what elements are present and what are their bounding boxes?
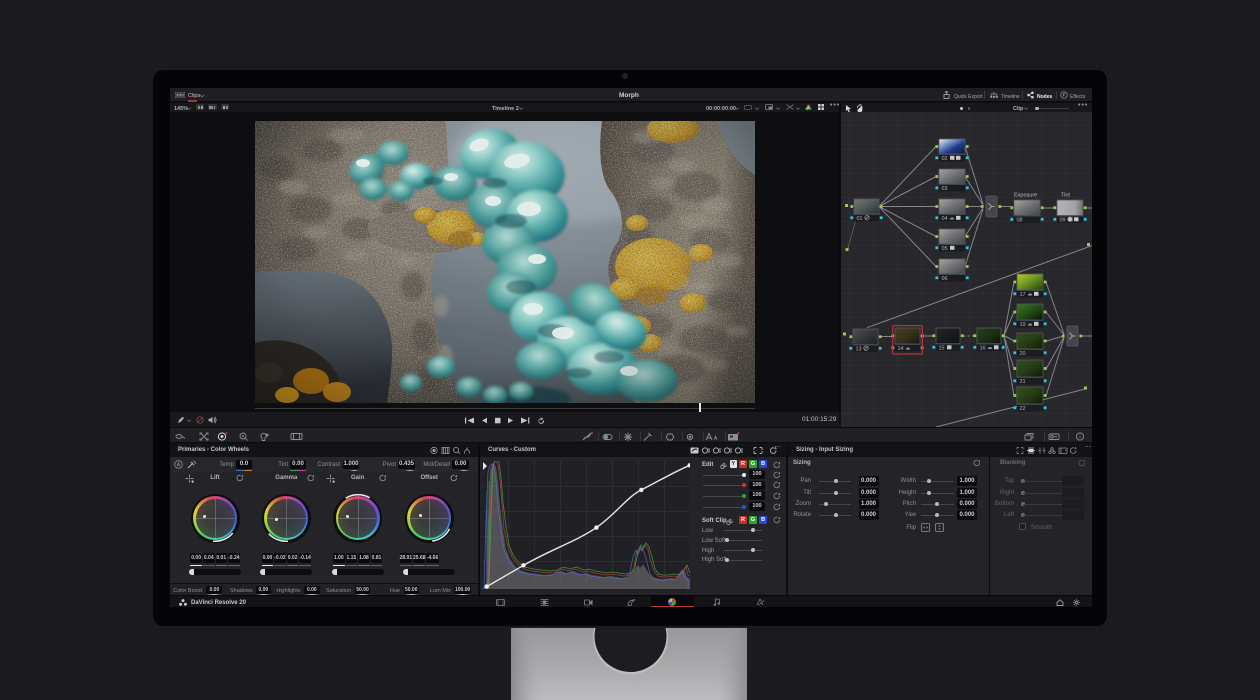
- svg-text:03: 03: [942, 186, 948, 192]
- svg-text:06: 06: [942, 276, 948, 282]
- svg-text:13: 13: [856, 346, 862, 352]
- svg-text:19: 19: [1020, 322, 1026, 328]
- svg-text:Exposure: Exposure: [1014, 193, 1037, 199]
- svg-text:08: 08: [1017, 217, 1023, 223]
- svg-text:09: 09: [1060, 217, 1066, 223]
- svg-text:14: 14: [898, 346, 904, 352]
- svg-text:21: 21: [1020, 379, 1026, 385]
- svg-text:15: 15: [939, 345, 945, 351]
- svg-text:04: 04: [942, 216, 948, 222]
- svg-text:02: 02: [942, 156, 948, 162]
- svg-text:20: 20: [1020, 351, 1026, 357]
- svg-text:01: 01: [857, 216, 863, 222]
- svg-text:17: 17: [1020, 292, 1026, 298]
- svg-text:Tint: Tint: [1061, 193, 1070, 199]
- svg-text:05: 05: [942, 246, 948, 252]
- svg-text:22: 22: [1020, 406, 1026, 412]
- svg-text:16: 16: [980, 345, 986, 351]
